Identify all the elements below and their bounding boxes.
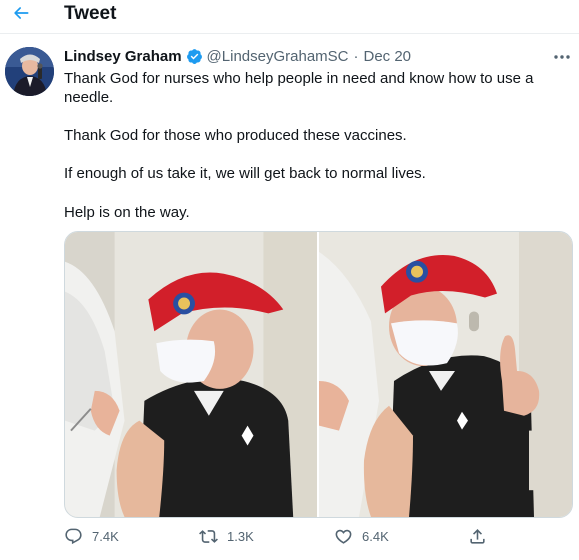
tweet-actions-bar: 7.4K 1.3K 6.4K (64, 527, 544, 549)
tweet-text-paragraph-4: Help is on the way. (64, 204, 190, 221)
retweet-button[interactable]: 1.3K (199, 527, 254, 546)
avatar-photo (5, 47, 54, 96)
author-name[interactable]: Lindsey Graham (64, 48, 182, 65)
media-photo-1[interactable] (65, 232, 319, 517)
verified-badge-icon (186, 49, 202, 64)
reply-count: 7.4K (92, 529, 119, 544)
share-button[interactable] (468, 527, 496, 546)
page-title: Tweet (64, 3, 117, 24)
avatar[interactable] (5, 47, 54, 96)
media-photo-2[interactable] (319, 232, 572, 517)
share-icon (470, 529, 485, 544)
top-bar: Tweet (0, 0, 579, 28)
tweet-text-paragraph-2: Thank God for those who produced these v… (64, 127, 407, 144)
retweet-count: 1.3K (227, 529, 254, 544)
heart-icon (335, 529, 352, 544)
tweet-media (64, 231, 573, 518)
arrow-left-icon (14, 7, 29, 19)
like-button[interactable]: 6.4K (334, 527, 389, 546)
reply-button[interactable]: 7.4K (64, 527, 119, 546)
more-button[interactable] (553, 49, 571, 65)
author-row: Lindsey Graham @LindseyGrahamSC · Dec 20 (64, 48, 411, 65)
tweet-text-paragraph-1: Thank God for nurses who help people in … (64, 70, 534, 106)
back-button[interactable] (6, 0, 36, 26)
vaccination-photo-1 (65, 232, 317, 517)
retweet-icon (199, 530, 218, 543)
separator-dot: · (353, 48, 359, 65)
reply-icon (65, 528, 82, 545)
more-dots-icon (554, 55, 570, 59)
tweet-text-paragraph-3: If enough of us take it, we will get bac… (64, 165, 426, 182)
header-divider (0, 33, 579, 34)
tweet-date[interactable]: Dec 20 (364, 48, 412, 65)
like-count: 6.4K (362, 529, 389, 544)
vaccination-photo-2 (319, 232, 572, 517)
author-handle[interactable]: @LindseyGrahamSC (207, 48, 349, 65)
